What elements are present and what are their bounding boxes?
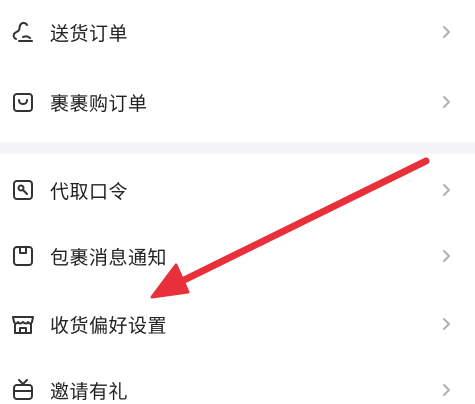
gift-tv-icon xyxy=(10,377,36,403)
pickup-code-icon xyxy=(10,177,36,203)
menu-item-label: 包裹消息通知 xyxy=(50,246,168,269)
shopping-bag-icon xyxy=(10,89,36,115)
section-separator xyxy=(0,142,475,154)
storefront-icon xyxy=(10,311,36,337)
settings-menu: 送货订单 裹裹购订单 代取口令 包裹消息通知 收货偏好设置 邀请有礼 xyxy=(0,0,475,404)
chevron-right-icon xyxy=(441,248,453,264)
chevron-right-icon xyxy=(441,182,453,198)
menu-item-label: 邀请有礼 xyxy=(50,380,129,403)
menu-item-delivery-orders[interactable]: 送货订单 xyxy=(0,0,475,64)
menu-item-label: 代取口令 xyxy=(50,180,129,203)
menu-item-label: 收货偏好设置 xyxy=(50,314,168,337)
menu-item-guoguo-orders[interactable]: 裹裹购订单 xyxy=(0,70,475,134)
menu-item-label: 送货订单 xyxy=(50,22,129,45)
chevron-right-icon xyxy=(441,316,453,332)
menu-item-pickup-code[interactable]: 代取口令 xyxy=(0,158,475,222)
package-notification-icon xyxy=(10,243,36,269)
chevron-right-icon xyxy=(441,94,453,110)
menu-item-label: 裹裹购订单 xyxy=(50,92,148,115)
menu-item-invite-gifts[interactable]: 邀请有礼 xyxy=(0,358,475,404)
chevron-right-icon xyxy=(441,24,453,40)
chevron-right-icon xyxy=(441,382,453,398)
menu-item-delivery-preferences[interactable]: 收货偏好设置 xyxy=(0,292,475,356)
menu-item-package-notifications[interactable]: 包裹消息通知 xyxy=(0,224,475,288)
delivery-order-icon xyxy=(10,19,36,45)
